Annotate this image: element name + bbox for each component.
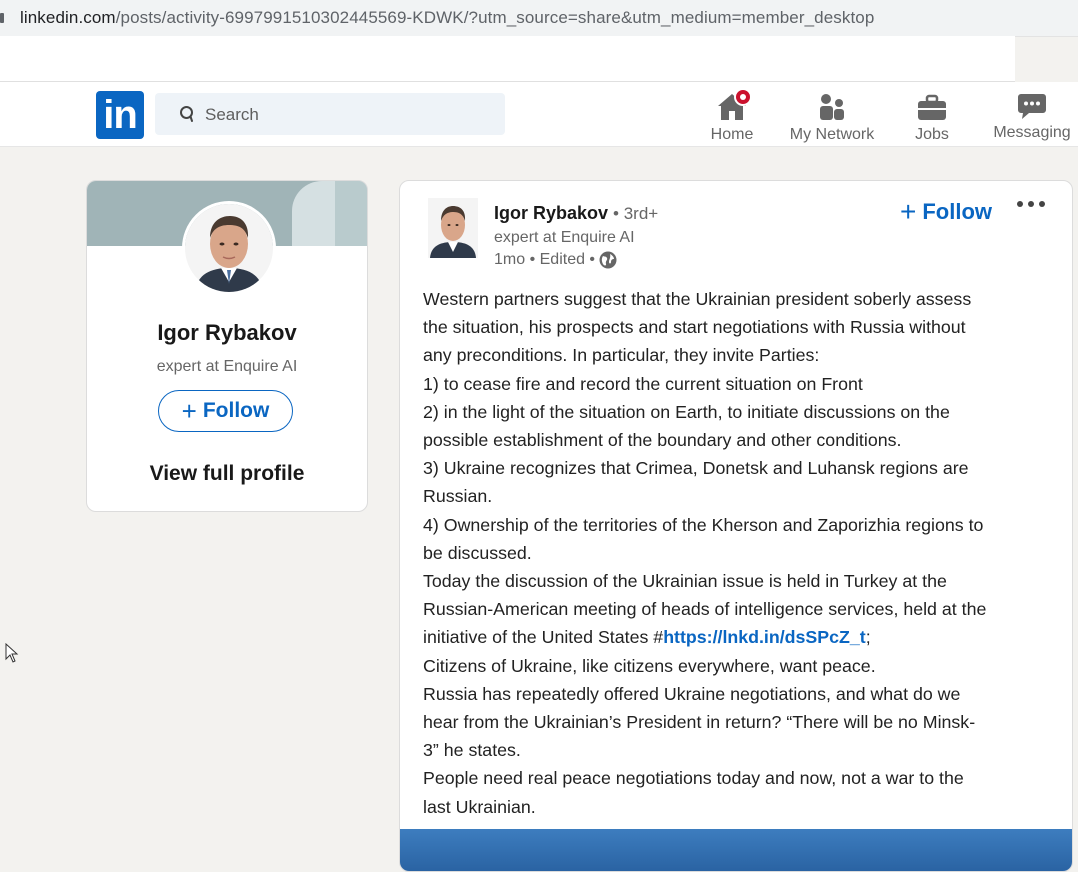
post-follow-button[interactable]: + Follow <box>900 198 992 226</box>
briefcase-icon <box>918 94 946 120</box>
plus-icon: + <box>900 196 917 227</box>
view-full-profile-link[interactable]: View full profile <box>87 462 367 486</box>
post-line: Citizens of Ukraine, like citizens every… <box>423 655 876 676</box>
url-text[interactable]: linkedin.com/posts/activity-699799151030… <box>20 8 874 28</box>
post-line: Russian. <box>423 486 493 507</box>
globe-icon <box>599 251 617 269</box>
post-line: any preconditions. In particular, they i… <box>423 345 820 366</box>
post-line: the situation, his prospects and start n… <box>423 317 966 338</box>
post-line: 4) Ownership of the territories of the K… <box>423 514 984 535</box>
post-line: Today the discussion of the Ukrainian is… <box>423 571 947 592</box>
nav-my-network-label: My Network <box>789 126 875 143</box>
post-line: 1) to cease fire and record the current … <box>423 373 863 394</box>
post-timestamp: 1mo • Edited • <box>494 251 596 268</box>
connection-degree: • 3rd+ <box>613 204 659 223</box>
avatar[interactable] <box>182 201 276 295</box>
post-line: 3) Ukraine recognizes that Crimea, Donet… <box>423 458 969 479</box>
notification-badge <box>734 88 752 106</box>
url-path: /posts/activity-6997991510302445569-KDWK… <box>115 8 875 27</box>
post-line: Russian-American meeting of heads of int… <box>423 599 987 620</box>
mouse-cursor-icon <box>5 643 19 663</box>
nav-my-network[interactable]: My Network <box>785 88 879 144</box>
search-input[interactable]: Search <box>155 93 505 135</box>
post-line: last Ukrainian. <box>423 796 536 817</box>
search-placeholder: Search <box>205 105 259 124</box>
plus-icon: + <box>181 396 197 426</box>
post-follow-label: Follow <box>922 199 993 224</box>
lock-icon <box>0 13 4 23</box>
follow-button[interactable]: + Follow <box>158 390 293 432</box>
post-link-line: initiative of the United States #https:/… <box>423 623 1053 651</box>
post-line: Russia has repeatedly offered Ukraine ne… <box>423 683 961 704</box>
post-card: Igor Rybakov • 3rd+ expert at Enquire AI… <box>399 180 1073 872</box>
url-host: linkedin.com <box>20 8 116 27</box>
nav-jobs[interactable]: Jobs <box>908 88 956 144</box>
linkedin-header: in Search Home My Network Jobs Messaging <box>0 82 1078 147</box>
post-author-name[interactable]: Igor Rybakov • 3rd+ <box>494 203 658 224</box>
post-image[interactable] <box>400 829 1072 871</box>
post-author-name-text: Igor Rybakov <box>494 203 609 223</box>
post-line: be discussed. <box>423 542 532 563</box>
search-icon <box>180 106 193 122</box>
chat-icon <box>1018 94 1046 119</box>
nav-home[interactable]: Home <box>705 88 759 144</box>
post-line: 2) in the light of the situation on Eart… <box>423 401 950 422</box>
profile-headline: expert at Enquire AI <box>156 358 298 375</box>
faded-toolbar-strip <box>0 36 1015 82</box>
author-avatar[interactable] <box>428 198 478 258</box>
nav-jobs-label: Jobs <box>915 126 949 143</box>
profile-name[interactable]: Igor Rybakov <box>87 320 367 346</box>
post-text: Western partners suggest that the Ukrain… <box>423 285 1053 821</box>
nav-messaging-label: Messaging <box>993 124 1071 141</box>
post-line: hear from the Ukrainian’s President in r… <box>423 712 976 733</box>
follow-button-label: Follow <box>202 399 270 422</box>
profile-photo <box>185 204 273 292</box>
nav-messaging[interactable]: Messaging <box>990 86 1074 142</box>
post-line: possible establishment of the boundary a… <box>423 430 902 451</box>
post-line: 3” he states. <box>423 740 521 761</box>
profile-card: Igor Rybakov expert at Enquire AI + Foll… <box>86 180 368 512</box>
post-line: Western partners suggest that the Ukrain… <box>423 289 972 309</box>
link-line-prefix: initiative of the United States # <box>423 627 664 648</box>
linkedin-logo[interactable]: in <box>96 91 144 139</box>
more-icon[interactable] <box>1017 201 1045 207</box>
browser-address-bar[interactable]: linkedin.com/posts/activity-699799151030… <box>0 0 1078 37</box>
post-author-headline: expert at Enquire AI <box>494 229 635 246</box>
link-line-suffix: ; <box>865 627 871 648</box>
post-link[interactable]: https://lnkd.in/dsSPcZ_t <box>663 627 866 647</box>
post-line: People need real peace negotiations toda… <box>423 768 964 789</box>
network-icon <box>820 94 844 120</box>
post-meta: 1mo • Edited • <box>494 251 617 269</box>
nav-home-label: Home <box>710 126 754 143</box>
author-photo <box>428 198 478 258</box>
